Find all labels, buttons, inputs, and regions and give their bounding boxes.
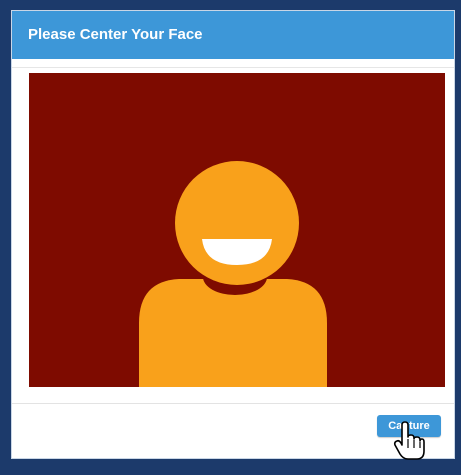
capture-button[interactable]: Capture — [377, 415, 441, 437]
face-capture-dialog: Please Center Your Face Capture — [11, 10, 455, 459]
content-divider — [12, 67, 454, 68]
footer-divider — [12, 403, 454, 404]
dialog-title: Please Center Your Face — [28, 26, 203, 43]
camera-preview — [29, 73, 445, 387]
dialog-titlebar: Please Center Your Face — [12, 11, 454, 59]
person-silhouette-icon — [139, 161, 327, 387]
